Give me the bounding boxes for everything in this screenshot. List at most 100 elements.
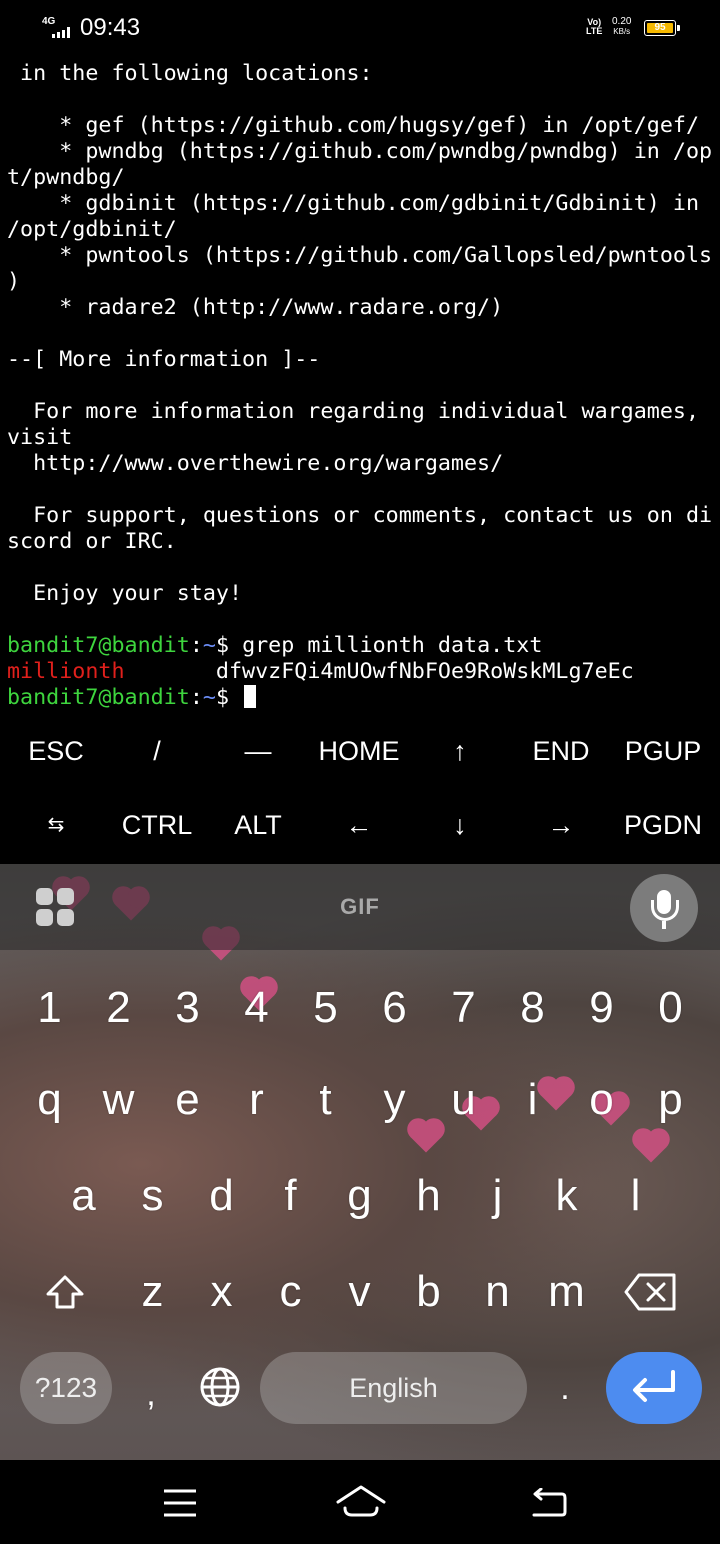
key-m[interactable]: m [532,1264,601,1320]
arrow-down-key[interactable]: ↓ [410,800,510,850]
heart-decoration [635,1131,667,1163]
speed-value: 0.20 [612,16,632,27]
prompt-user: bandit7@bandit [7,633,190,658]
terminal-line: For more information regarding individua… [7,399,700,424]
key-n[interactable]: n [463,1264,532,1320]
ctrl-key[interactable]: CTRL [107,800,207,850]
slash-key[interactable]: / [107,726,207,776]
key-7[interactable]: 7 [429,980,498,1036]
lte-label: LTE [586,26,603,36]
dash-key[interactable]: — [208,726,308,776]
key-0[interactable]: 0 [636,980,705,1036]
key-1[interactable]: 1 [15,980,84,1036]
key-a[interactable]: a [49,1168,118,1224]
key-9[interactable]: 9 [567,980,636,1036]
shift-icon [46,1275,83,1309]
key-p[interactable]: p [636,1072,705,1128]
soft-keyboard: GIF 1 2 3 4 5 6 7 8 9 0 q w e r t y u i … [0,864,720,1460]
microphone-icon[interactable] [630,874,698,942]
key-t[interactable]: t [291,1072,360,1128]
pgup-key[interactable]: PGUP [612,726,714,776]
extra-keys-row-1: ESC / — HOME ↑ END PGUP [0,726,720,776]
key-u[interactable]: u [429,1072,498,1128]
apps-grid-icon[interactable] [36,888,76,928]
key-i[interactable]: i [498,1072,567,1128]
space-bar[interactable]: English [260,1352,527,1424]
key-q[interactable]: q [15,1072,84,1128]
terminal-output[interactable]: in the following locations: * gef (https… [7,61,717,711]
key-e[interactable]: e [153,1072,222,1128]
back-icon[interactable] [530,1488,568,1518]
key-v[interactable]: v [325,1264,394,1320]
key-k[interactable]: k [532,1168,601,1224]
key-w[interactable]: w [84,1072,153,1128]
key-h[interactable]: h [394,1168,463,1224]
language-key[interactable] [186,1360,254,1416]
key-g[interactable]: g [325,1168,394,1224]
key-y[interactable]: y [360,1072,429,1128]
key-z[interactable]: z [118,1264,187,1320]
gif-button[interactable]: GIF [330,894,390,920]
key-x[interactable]: x [187,1264,256,1320]
home-key[interactable]: HOME [309,726,409,776]
menu-icon[interactable] [162,1488,198,1518]
key-c[interactable]: c [256,1264,325,1320]
shift-key[interactable] [30,1264,99,1320]
battery-icon: 95 [644,20,680,36]
key-5[interactable]: 5 [291,980,360,1036]
globe-icon [200,1367,240,1407]
keyboard-toolbar: GIF [0,864,720,950]
arrow-right-key[interactable]: → [511,800,611,850]
key-6[interactable]: 6 [360,980,429,1036]
terminal-text: in the following locations: * gef (https… [7,61,717,633]
volte-indicator: Vo) LTE [586,18,602,36]
enter-key[interactable] [606,1352,702,1424]
key-r[interactable]: r [222,1072,291,1128]
active-prompt-line[interactable]: bandit7@bandit:~$ [7,685,717,711]
prompt-path: ~ [202,633,216,658]
key-s[interactable]: s [118,1168,187,1224]
tab-key[interactable]: ⇆ [6,800,106,850]
extra-keys-row-2: ⇆ CTRL ALT ← ↓ → PGDN [0,800,720,850]
terminal-line: in the following locations: [7,61,373,86]
key-2[interactable]: 2 [84,980,153,1036]
key-l[interactable]: l [601,1168,670,1224]
key-3[interactable]: 3 [153,980,222,1036]
alt-key[interactable]: ALT [208,800,308,850]
esc-key[interactable]: ESC [6,726,106,776]
pgdn-key[interactable]: PGDN [612,800,714,850]
key-4[interactable]: 4 [222,980,291,1036]
arrow-up-key[interactable]: ↑ [410,726,510,776]
key-8[interactable]: 8 [498,980,567,1036]
prompt-path: ~ [202,685,216,710]
home-icon[interactable] [336,1484,386,1518]
key-j[interactable]: j [463,1168,532,1224]
terminal-line: http://www.overthewire.org/wargames/ [7,451,504,476]
end-key[interactable]: END [511,726,611,776]
comma-key[interactable]: , [116,1366,186,1422]
command-line: bandit7@bandit:~$ grep millionth data.tx… [7,633,717,659]
backspace-key[interactable] [616,1264,686,1320]
key-d[interactable]: d [187,1168,256,1224]
grep-result-line: millionth dfwvzFQi4mUOwfNbFOe9RoWskMLg7e… [7,659,717,685]
clock: 09:43 [80,14,141,41]
text-cursor [244,685,257,708]
prompt-symbol: $ [215,633,243,658]
arrow-left-key[interactable]: ← [309,800,409,850]
key-b[interactable]: b [394,1264,463,1320]
key-f[interactable]: f [256,1168,325,1224]
symbols-key[interactable]: ?123 [20,1352,112,1424]
terminal-line: * pwntools (https://github.com/Gallopsle… [7,243,713,268]
terminal-line: scord or IRC. [7,529,177,554]
battery-level: 95 [654,22,666,33]
period-key[interactable]: . [530,1360,600,1416]
status-bar: 4G 09:43 Vo) LTE 0.20 KB/s 95 [0,0,720,58]
signal-icon [52,26,74,38]
terminal-line: t/pwndbg/ [7,165,125,190]
key-o[interactable]: o [567,1072,636,1128]
